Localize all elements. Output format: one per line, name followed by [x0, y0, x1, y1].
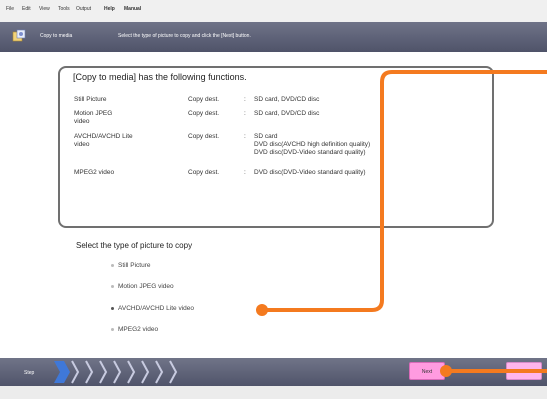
radio-button-icon[interactable]: [111, 285, 114, 288]
step-chevron-icon: [99, 360, 108, 384]
page-title: Copy to media: [40, 33, 73, 39]
step-label: Step: [24, 370, 35, 376]
colon-separator: :: [244, 133, 246, 140]
option-label: AVCHD/AVCHD Lite video: [118, 305, 194, 312]
select-type-heading: Select the type of picture to copy: [76, 241, 193, 250]
option-label: MPEG2 video: [118, 326, 159, 333]
option-motion-jpeg[interactable]: Motion JPEG video: [111, 283, 174, 290]
function-type: Motion JPEG video: [74, 110, 113, 125]
radio-button-selected-icon[interactable]: [111, 307, 114, 310]
copy-dest-label: Copy dest.: [188, 169, 220, 176]
radio-button-icon[interactable]: [111, 264, 114, 267]
colon-separator: :: [244, 169, 246, 176]
colon-separator: :: [244, 110, 246, 117]
step-chevron-icon: [54, 361, 70, 383]
option-avchd[interactable]: AVCHD/AVCHD Lite video: [111, 305, 194, 312]
copy-dest-label: Copy dest.: [188, 96, 220, 103]
header-bar: Copy to media Select the type of picture…: [0, 22, 547, 52]
menu-tools[interactable]: Tools: [58, 6, 70, 12]
function-type: MPEG2 video: [74, 169, 115, 176]
step-chevron-icon: [141, 360, 150, 384]
status-bar: [0, 386, 547, 399]
option-label: Still Picture: [118, 262, 151, 269]
option-still-picture[interactable]: Still Picture: [111, 262, 151, 269]
copy-media-icon: [12, 29, 26, 43]
next-button[interactable]: Next: [409, 362, 445, 380]
copy-dest-value: DVD disc(DVD-Video standard quality): [254, 169, 366, 176]
function-type: Still Picture: [74, 96, 107, 103]
menu-view[interactable]: View: [39, 6, 50, 12]
step-chevron-icon: [85, 360, 94, 384]
menu-help[interactable]: Help: [104, 6, 115, 12]
functions-heading: [Copy to media] has the following functi…: [73, 72, 247, 82]
step-chevron-icon: [71, 360, 80, 384]
step-chevron-icon: [169, 360, 178, 384]
menu-output[interactable]: Output: [76, 6, 91, 12]
option-label: Motion JPEG video: [118, 283, 174, 290]
copy-dest-label: Copy dest.: [188, 110, 220, 117]
step-chevron-icon: [127, 360, 136, 384]
colon-separator: :: [244, 96, 246, 103]
step-progress-indicator: [54, 360, 178, 384]
menu-file[interactable]: File: [6, 6, 14, 12]
radio-button-icon[interactable]: [111, 328, 114, 331]
copy-dest-value: SD card, DVD/CD disc: [254, 96, 320, 103]
menu-bar: File Edit View Tools Output Help Manual: [0, 0, 547, 23]
cancel-button[interactable]: [506, 362, 542, 380]
step-chevron-icon: [155, 360, 164, 384]
menu-edit[interactable]: Edit: [22, 6, 31, 12]
copy-dest-value: SD card DVD disc(AVCHD high definition q…: [254, 133, 371, 156]
function-type: AVCHD/AVCHD Lite video: [74, 133, 133, 148]
option-mpeg2[interactable]: MPEG2 video: [111, 326, 159, 333]
copy-dest-value: SD card, DVD/CD disc: [254, 110, 320, 117]
copy-dest-label: Copy dest.: [188, 133, 220, 140]
header-instruction: Select the type of picture to copy and c…: [118, 33, 251, 39]
step-chevron-icon: [113, 360, 122, 384]
menu-manual[interactable]: Manual: [124, 6, 141, 12]
